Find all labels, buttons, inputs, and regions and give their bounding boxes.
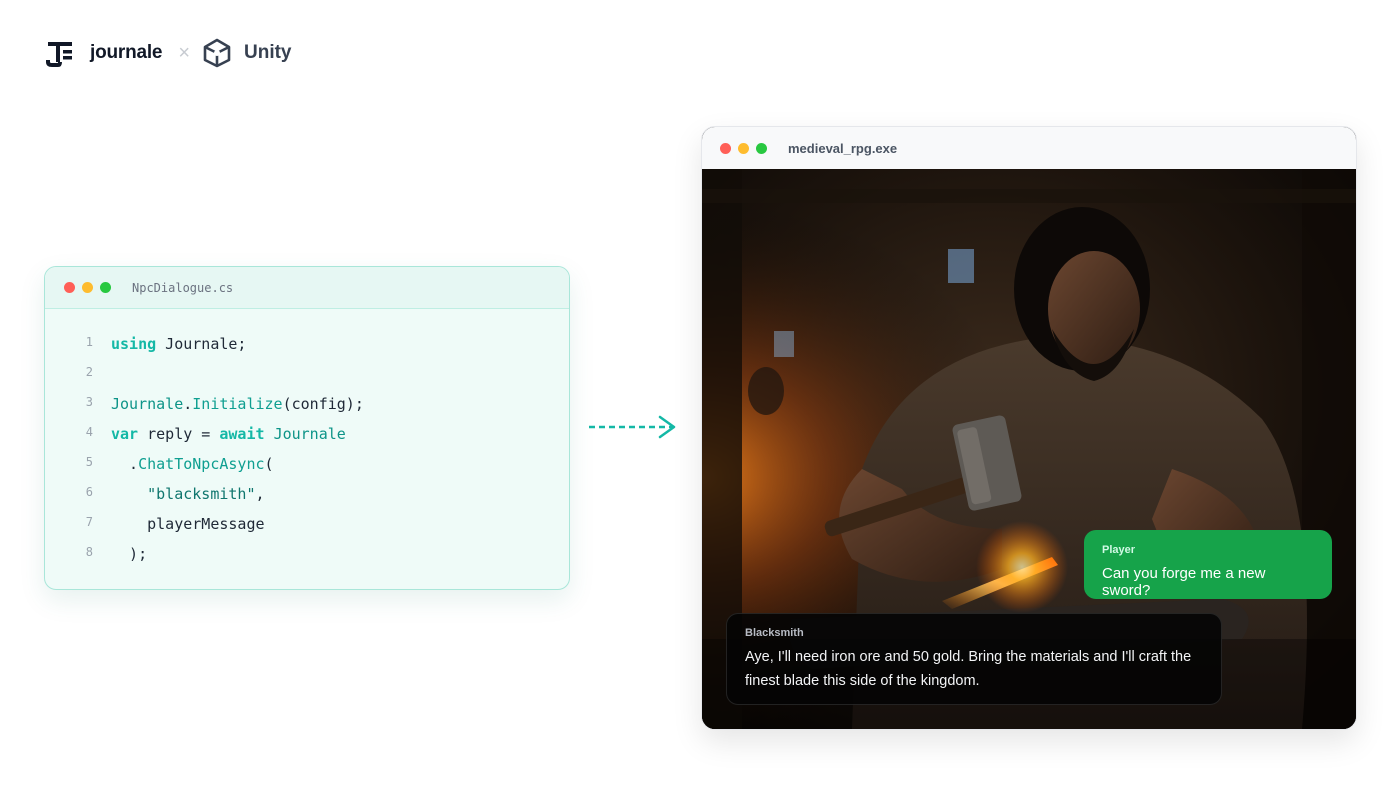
code-token: . xyxy=(111,455,139,473)
maximize-dot-icon[interactable] xyxy=(756,142,767,154)
code-token: , xyxy=(255,485,265,503)
partner-name: Unity xyxy=(244,42,292,63)
code-line: 2 xyxy=(45,359,569,389)
code-line: 3 Journale. Initialize (config); xyxy=(45,389,569,419)
game-window-title: medieval_rpg.exe xyxy=(788,140,898,156)
code-token: . xyxy=(183,395,193,413)
code-line: 8 ); xyxy=(45,539,569,569)
npc-speaker-label: Blacksmith xyxy=(745,627,804,639)
code-token: Initialize xyxy=(192,395,283,413)
code-body: 1 using Journale; 2 3 Journale. Initializ… xyxy=(45,329,569,569)
code-editor-window: NpcDialogue.cs 1 using Journale; 2 3 Jou… xyxy=(44,266,570,590)
close-dot-icon[interactable] xyxy=(64,282,75,293)
code-token: Journale xyxy=(111,395,184,413)
code-token: await xyxy=(219,425,265,443)
unity-logo-icon xyxy=(203,38,231,68)
player-message: Can you forge me a new sword? xyxy=(1102,565,1266,599)
code-line: 5 . ChatToNpcAsync( xyxy=(45,449,569,479)
line-number: 2 xyxy=(85,365,93,379)
code-token: ( xyxy=(264,455,274,473)
line-number: 7 xyxy=(85,515,93,529)
line-number: 3 xyxy=(85,395,93,409)
line-number: 8 xyxy=(85,545,93,559)
npc-dialogue-box: Blacksmith Aye, I'll need iron ore and 5… xyxy=(726,613,1222,705)
code-line: 6 "blacksmith", xyxy=(45,479,569,509)
code-token: using xyxy=(111,335,157,353)
code-token: reply = xyxy=(138,425,220,443)
code-token: ); xyxy=(111,545,148,563)
npc-message: Aye, I'll need iron ore and 50 gold. Bri… xyxy=(745,649,1192,689)
code-line: 4 var reply = await Journale xyxy=(45,419,569,449)
separator-x: × xyxy=(178,41,190,64)
game-window-titlebar: medieval_rpg.exe xyxy=(702,127,1356,170)
code-token: playerMessage xyxy=(111,515,265,533)
code-token: var xyxy=(111,425,139,443)
line-number: 5 xyxy=(85,455,93,469)
code-window-titlebar: NpcDialogue.cs xyxy=(45,267,569,309)
minimize-dot-icon[interactable] xyxy=(738,142,749,154)
code-token: "blacksmith" xyxy=(147,485,256,503)
game-window: medieval_rpg.exe Player Can you forge me… xyxy=(701,126,1357,730)
code-token: Journale xyxy=(273,425,346,443)
brand-name: journale xyxy=(90,42,163,63)
journale-logo-icon xyxy=(46,42,72,67)
code-filename: NpcDialogue.cs xyxy=(132,280,234,295)
brand-header: journale × Unity xyxy=(46,36,292,70)
code-line: 7 playerMessage xyxy=(45,509,569,539)
dashed-arrow-icon xyxy=(589,415,676,439)
line-number: 6 xyxy=(85,485,93,499)
code-token: Journale; xyxy=(156,335,247,353)
line-number: 4 xyxy=(85,425,93,439)
player-chat-bubble: Player Can you forge me a new sword? xyxy=(1084,530,1332,599)
code-token: ChatToNpcAsync xyxy=(138,455,265,473)
line-number: 1 xyxy=(85,335,93,349)
minimize-dot-icon[interactable] xyxy=(82,282,93,293)
close-dot-icon[interactable] xyxy=(720,142,731,154)
code-token: (config); xyxy=(282,395,364,413)
code-line: 1 using Journale; xyxy=(45,329,569,359)
player-speaker-label: Player xyxy=(1102,544,1136,556)
maximize-dot-icon[interactable] xyxy=(100,282,111,293)
